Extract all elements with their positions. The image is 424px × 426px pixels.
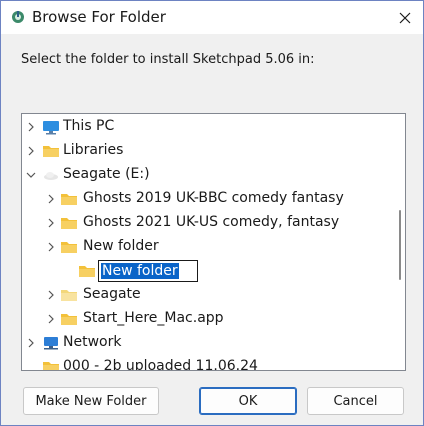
rename-selected-text: New folder: [101, 263, 179, 279]
folder-icon: [61, 242, 77, 253]
tree-item-seagate-drive[interactable]: Seagate (E:): [22, 163, 392, 187]
folder-tree[interactable]: This PC Libraries Seagate (E:) Ghosts 20…: [21, 113, 406, 371]
cancel-button[interactable]: Cancel: [307, 387, 404, 415]
ok-button[interactable]: OK: [199, 387, 297, 415]
tree-item-this-pc[interactable]: This PC: [22, 115, 392, 139]
scrollbar-thumb[interactable]: [399, 210, 401, 280]
tree-item-network[interactable]: Network: [22, 331, 392, 355]
close-icon: [399, 12, 411, 24]
make-new-folder-button[interactable]: Make New Folder: [23, 387, 159, 415]
chevron-right-icon[interactable]: [46, 242, 56, 252]
chevron-down-icon[interactable]: [26, 170, 36, 180]
close-button[interactable]: [390, 5, 420, 31]
chevron-right-icon[interactable]: [46, 218, 56, 228]
tree-item-label: Seagate: [83, 286, 141, 302]
monitor-icon: [43, 121, 59, 135]
tree-item-label: Ghosts 2019 UK-BBC comedy fantasy: [83, 190, 344, 206]
tree-item-new-folder-editing[interactable]: New folder: [56, 259, 405, 283]
chevron-right-icon[interactable]: [26, 146, 36, 156]
tree-item-label: Ghosts 2021 UK-US comedy, fantasy: [83, 214, 340, 230]
cloud-drive-icon: [44, 172, 58, 180]
folder-icon: [61, 194, 77, 205]
folder-icon: [61, 290, 77, 301]
tree-item-libraries[interactable]: Libraries: [22, 139, 392, 163]
chevron-right-icon[interactable]: [26, 122, 36, 132]
tree-item-000-upload[interactable]: 000 - 2b uploaded 11.06.24: [22, 355, 392, 371]
tree-item-ghosts-2019[interactable]: Ghosts 2019 UK-BBC comedy fantasy: [22, 187, 392, 211]
dialog-title: Browse For Folder: [32, 8, 166, 26]
chevron-right-icon[interactable]: [26, 338, 36, 348]
tree-item-label: Network: [63, 334, 122, 350]
tree-item-label: New folder: [83, 238, 159, 254]
browse-for-folder-dialog: Browse For Folder Select the folder to i…: [0, 0, 424, 426]
vertical-scrollbar[interactable]: [396, 114, 404, 370]
folder-icon: [43, 146, 59, 157]
folder-icon: [61, 314, 77, 325]
rename-folder-input[interactable]: New folder: [98, 260, 198, 282]
tree-item-start-here-mac[interactable]: Start_Here_Mac.app: [22, 307, 392, 331]
app-icon: [12, 11, 24, 23]
network-icon: [44, 337, 58, 350]
tree-item-ghosts-2021[interactable]: Ghosts 2021 UK-US comedy, fantasy: [22, 211, 392, 235]
chevron-right-icon[interactable]: [46, 314, 56, 324]
tree-item-new-folder[interactable]: New folder: [22, 235, 392, 259]
chevron-right-icon[interactable]: [46, 290, 56, 300]
folder-icon: [79, 266, 95, 277]
instruction-text: Select the folder to install Sketchpad 5…: [21, 52, 315, 67]
tree-item-label: This PC: [63, 118, 115, 134]
tree-item-label: Start_Here_Mac.app: [83, 310, 224, 326]
tree-item-label: Libraries: [63, 142, 124, 158]
chevron-right-icon[interactable]: [46, 194, 56, 204]
folder-icon: [61, 218, 77, 229]
tree-item-label: 000 - 2b uploaded 11.06.24: [63, 358, 258, 371]
tree-item-label: Seagate (E:): [63, 166, 150, 182]
folder-icon: [43, 362, 59, 370]
title-bar: Browse For Folder: [1, 1, 423, 34]
tree-item-seagate[interactable]: Seagate: [22, 283, 392, 307]
